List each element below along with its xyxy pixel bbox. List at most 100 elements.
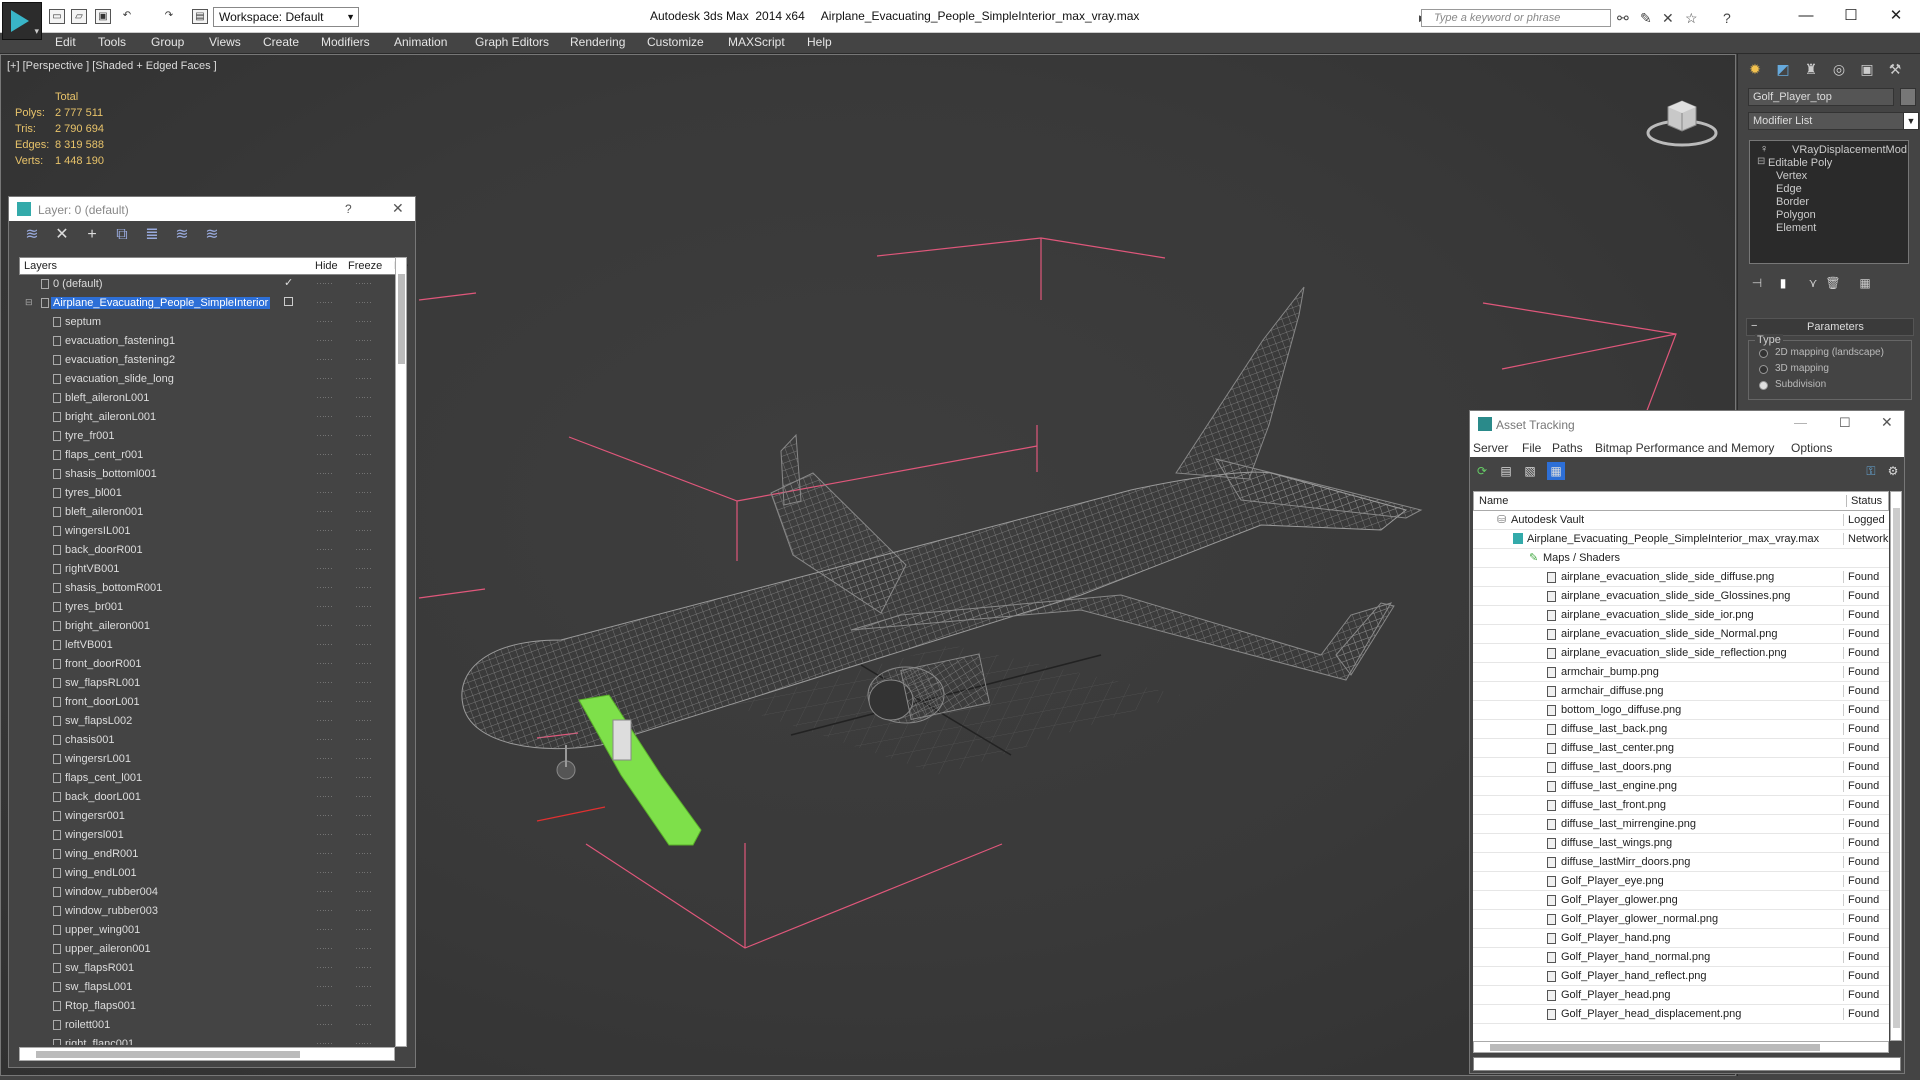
freeze-toggle[interactable]: ⋯⋯ xyxy=(355,1038,372,1045)
radio-2d-mapping[interactable] xyxy=(1759,349,1768,358)
freeze-toggle[interactable]: ⋯⋯ xyxy=(355,962,372,973)
freeze-toggle[interactable]: ⋯⋯ xyxy=(355,487,372,498)
motion-tab-icon[interactable]: ◎ xyxy=(1826,58,1852,80)
hide-toggle[interactable]: ⋯⋯ xyxy=(316,677,333,688)
thumbnail-view-icon[interactable]: ▧ xyxy=(1521,462,1539,480)
asset-map-row[interactable]: bottom_logo_diffuse.png Found xyxy=(1473,701,1889,720)
layer-object-row[interactable]: sw_flapsR001 ⋯⋯ ⋯⋯ xyxy=(19,959,395,978)
layer-object-row[interactable]: shasis_bottomR001 ⋯⋯ ⋯⋯ xyxy=(19,579,395,598)
asset-map-row[interactable]: armchair_diffuse.png Found xyxy=(1473,682,1889,701)
stack-item[interactable]: Element xyxy=(1776,222,1816,234)
freeze-toggle[interactable]: ⋯⋯ xyxy=(355,430,372,441)
layer-object-row[interactable]: shasis_bottoml001 ⋯⋯ ⋯⋯ xyxy=(19,465,395,484)
asset-map-row[interactable]: diffuse_last_wings.png Found xyxy=(1473,834,1889,853)
make-unique-icon[interactable]: ⋎ xyxy=(1804,274,1822,292)
favorites-star-icon[interactable]: ☆ xyxy=(1685,10,1698,27)
layer-object-row[interactable]: wingersIL001 ⋯⋯ ⋯⋯ xyxy=(19,522,395,541)
freeze-toggle[interactable]: ⋯⋯ xyxy=(355,791,372,802)
refresh-icon[interactable]: ⟳ xyxy=(1473,462,1491,480)
layer-object-row[interactable]: evacuation_fastening2 ⋯⋯ ⋯⋯ xyxy=(19,351,395,370)
maximize-button[interactable]: ☐ xyxy=(1839,415,1851,431)
freeze-toggle[interactable]: ⋯⋯ xyxy=(355,943,372,954)
hide-toggle[interactable]: ⋯⋯ xyxy=(316,449,333,460)
freeze-toggle[interactable]: ⋯⋯ xyxy=(355,772,372,783)
help-icon[interactable]: ? xyxy=(1723,10,1731,26)
freeze-toggle[interactable]: ⋯⋯ xyxy=(355,734,372,745)
freeze-toggle[interactable]: ⋯⋯ xyxy=(355,392,372,403)
asset-map-row[interactable]: airplane_evacuation_slide_side_reflectio… xyxy=(1473,644,1889,663)
list-view-icon[interactable]: ▤ xyxy=(1497,462,1515,480)
create-layer-icon[interactable]: ≋ xyxy=(23,226,41,244)
menu-tools[interactable]: Tools xyxy=(98,35,126,49)
layer-vertical-scrollbar[interactable] xyxy=(395,257,407,1047)
new-file-icon[interactable]: ▭ xyxy=(49,9,65,24)
layer-object-row[interactable]: Rtop_flaps001 ⋯⋯ ⋯⋯ xyxy=(19,997,395,1016)
asset-map-row[interactable]: diffuse_last_back.png Found xyxy=(1473,720,1889,739)
hide-toggle[interactable]: ⋯⋯ xyxy=(316,297,333,308)
freeze-toggle[interactable]: ⋯⋯ xyxy=(355,601,372,612)
table-view-icon[interactable]: ▦ xyxy=(1547,462,1565,480)
undo-icon[interactable]: ↶ xyxy=(119,9,135,24)
stack-item[interactable]: Polygon xyxy=(1776,209,1816,221)
freeze-toggle[interactable]: ⋯⋯ xyxy=(355,886,372,897)
close-icon[interactable]: ✕ xyxy=(1881,414,1893,431)
remove-modifier-icon[interactable]: 🗑 xyxy=(1824,274,1842,292)
col-layers[interactable]: Layers xyxy=(24,260,57,272)
asset-map-row[interactable]: Golf_Player_eye.png Found xyxy=(1473,872,1889,891)
col-hide[interactable]: Hide xyxy=(315,260,338,272)
hide-toggle[interactable]: ⋯⋯ xyxy=(316,563,333,574)
layer-object-row[interactable]: window_rubber004 ⋯⋯ ⋯⋯ xyxy=(19,883,395,902)
freeze-toggle[interactable]: ⋯⋯ xyxy=(355,506,372,517)
hide-toggle[interactable]: ⋯⋯ xyxy=(316,943,333,954)
search-input[interactable]: Type a keyword or phrase xyxy=(1421,9,1611,27)
hide-toggle[interactable]: ⋯⋯ xyxy=(316,772,333,783)
freeze-toggle[interactable]: ⋯⋯ xyxy=(355,810,372,821)
menu-customize[interactable]: Customize xyxy=(647,35,704,49)
hide-toggle[interactable]: ⋯⋯ xyxy=(316,278,333,289)
create-tab-icon[interactable]: ✹ xyxy=(1742,58,1768,80)
asset-map-row[interactable]: diffuse_lastMirr_doors.png Found xyxy=(1473,853,1889,872)
layer-object-row[interactable]: sw_flapsRL001 ⋯⋯ ⋯⋯ xyxy=(19,674,395,693)
asset-map-row[interactable]: Golf_Player_hand_normal.png Found xyxy=(1473,948,1889,967)
active-checkbox[interactable] xyxy=(284,297,293,306)
layer-row-airplane[interactable]: ⊟ Airplane_Evacuating_People_SimpleInter… xyxy=(19,294,395,313)
workspace-dropdown[interactable]: Workspace: Default ▼ xyxy=(213,7,359,27)
menu-group[interactable]: Group xyxy=(151,35,184,49)
asset-map-row[interactable]: Golf_Player_head_displacement.png Found xyxy=(1473,1005,1889,1024)
freeze-toggle[interactable]: ⋯⋯ xyxy=(355,1019,372,1030)
hide-toggle[interactable]: ⋯⋯ xyxy=(316,848,333,859)
layer-dialog-titlebar[interactable]: Layer: 0 (default) ? ✕ xyxy=(9,197,415,221)
layer-object-row[interactable]: back_doorL001 ⋯⋯ ⋯⋯ xyxy=(19,788,395,807)
hide-toggle[interactable]: ⋯⋯ xyxy=(316,582,333,593)
asset-menu-paths[interactable]: Paths xyxy=(1552,441,1583,455)
layer-horizontal-scrollbar[interactable] xyxy=(19,1047,395,1061)
hide-toggle[interactable]: ⋯⋯ xyxy=(316,620,333,631)
freeze-toggle[interactable]: ⋯⋯ xyxy=(355,354,372,365)
hierarchy-tab-icon[interactable]: ♜ xyxy=(1798,58,1824,80)
freeze-toggle[interactable]: ⋯⋯ xyxy=(355,905,372,916)
object-name-field[interactable]: Golf_Player_top xyxy=(1748,88,1894,106)
hide-toggle[interactable]: ⋯⋯ xyxy=(316,867,333,878)
col-freeze[interactable]: Freeze xyxy=(348,260,382,272)
menu-maxscript[interactable]: MAXScript xyxy=(728,35,785,49)
hide-toggle[interactable]: ⋯⋯ xyxy=(316,753,333,764)
layer-object-row[interactable]: sw_flapsL002 ⋯⋯ ⋯⋯ xyxy=(19,712,395,731)
stack-item[interactable]: Vertex xyxy=(1776,170,1807,182)
radio-subdivision[interactable] xyxy=(1759,381,1768,390)
layer-object-row[interactable]: wingersr001 ⋯⋯ ⋯⋯ xyxy=(19,807,395,826)
layer-object-row[interactable]: right_flanc001 ⋯⋯ ⋯⋯ xyxy=(19,1035,395,1045)
freeze-toggle[interactable]: ⋯⋯ xyxy=(355,316,372,327)
freeze-toggle[interactable]: ⋯⋯ xyxy=(355,715,372,726)
menu-help[interactable]: Help xyxy=(807,35,832,49)
layer-object-row[interactable]: front_doorL001 ⋯⋯ ⋯⋯ xyxy=(19,693,395,712)
hide-toggle[interactable]: ⋯⋯ xyxy=(316,734,333,745)
layer-object-row[interactable]: window_rubber003 ⋯⋯ ⋯⋯ xyxy=(19,902,395,921)
asset-menu-bitmap-performance[interactable]: Bitmap Performance and Memory xyxy=(1595,441,1774,455)
hide-toggle[interactable]: ⋯⋯ xyxy=(316,468,333,479)
asset-row-maps-group[interactable]: ✎ Maps / Shaders xyxy=(1473,549,1889,568)
col-name[interactable]: Name xyxy=(1479,495,1508,507)
asset-map-row[interactable]: diffuse_last_front.png Found xyxy=(1473,796,1889,815)
display-tab-icon[interactable]: ▣ xyxy=(1854,58,1880,80)
hide-toggle[interactable]: ⋯⋯ xyxy=(316,506,333,517)
minimize-button[interactable]: — xyxy=(1794,415,1807,430)
